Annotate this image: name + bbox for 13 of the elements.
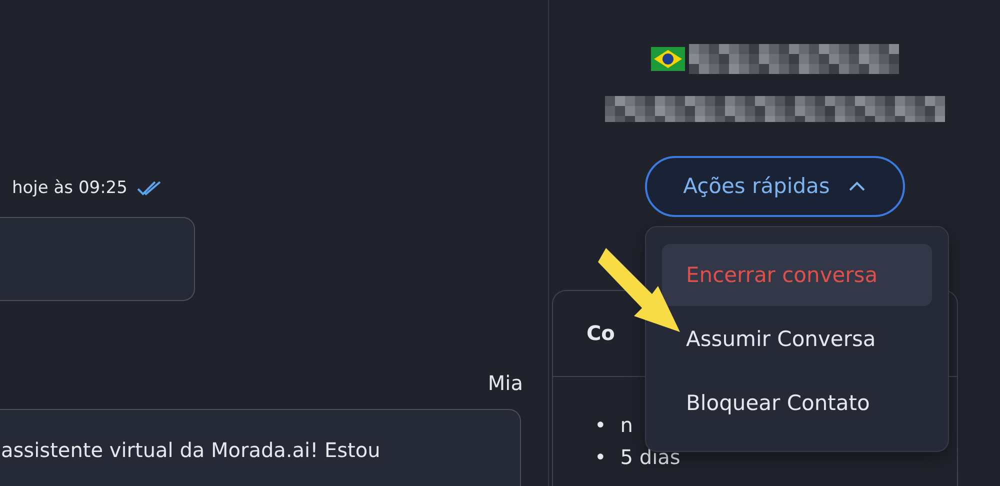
message-timestamp: hoje às 09:25 <box>12 178 128 198</box>
bullet: • <box>594 412 606 439</box>
list-item: n <box>620 412 633 439</box>
quick-actions-button[interactable]: Ações rápidas <box>644 156 904 217</box>
list-item: 5 dias <box>620 444 680 471</box>
card-title: Co <box>586 321 615 346</box>
caret-icon <box>848 180 866 192</box>
bullet: • <box>594 444 606 471</box>
sender-name: Mia <box>488 370 523 394</box>
menu-item[interactable]: Bloquear Contato <box>662 372 932 434</box>
message-text: assistente virtual da Morada.ai! Estou <box>1 438 380 462</box>
menu-item[interactable]: Assumir Conversa <box>662 308 932 370</box>
brazil-flag-icon <box>650 47 684 71</box>
